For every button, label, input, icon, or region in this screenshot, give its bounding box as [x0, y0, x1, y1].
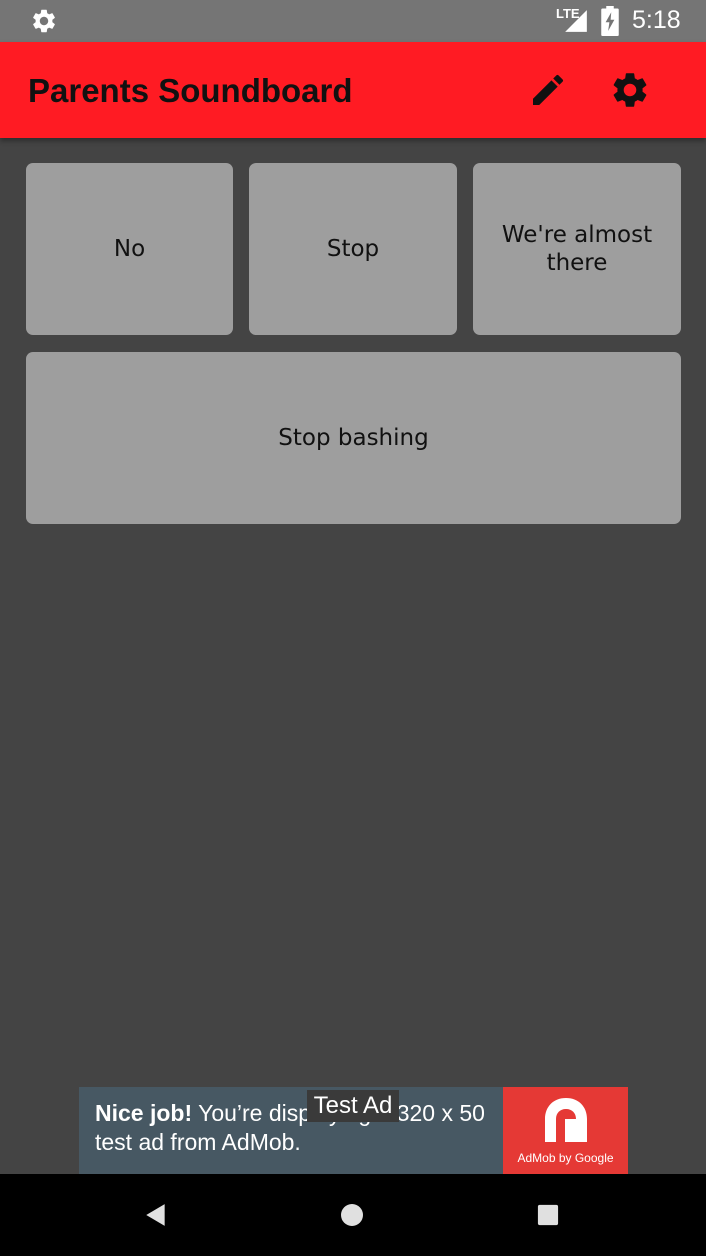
settings-gear-icon: [33, 9, 55, 33]
sound-button-stop-bashing[interactable]: Stop bashing: [26, 352, 681, 524]
settings-gear-icon[interactable]: [609, 69, 651, 111]
sound-button-stop[interactable]: Stop: [249, 163, 457, 335]
admob-logo: AdMob by Google: [503, 1087, 628, 1174]
test-ad-badge: Test Ad: [307, 1090, 399, 1122]
battery-charging-icon: [601, 6, 619, 36]
sound-button-almost-there[interactable]: We're almost there: [473, 163, 681, 335]
status-bar: LTE 5:18: [0, 0, 706, 42]
back-icon[interactable]: [143, 1202, 169, 1228]
signal-icon: [565, 10, 587, 32]
app-bar: Parents Soundboard: [0, 42, 706, 138]
admob-brand-label: AdMob by Google: [517, 1151, 614, 1165]
sound-button-no[interactable]: No: [26, 163, 233, 335]
app-title: Parents Soundboard: [28, 72, 353, 109]
clock: 5:18: [632, 6, 681, 34]
edit-pencil-icon[interactable]: [528, 70, 568, 110]
ad-headline: Nice job!: [95, 1100, 193, 1126]
navigation-bar: [0, 1174, 706, 1256]
home-icon[interactable]: [340, 1203, 364, 1227]
ad-text: Nice job! You’re displaying a 320 x 50 t…: [95, 1099, 505, 1157]
admob-mark-icon: [545, 1098, 587, 1142]
recents-icon[interactable]: [537, 1204, 559, 1226]
